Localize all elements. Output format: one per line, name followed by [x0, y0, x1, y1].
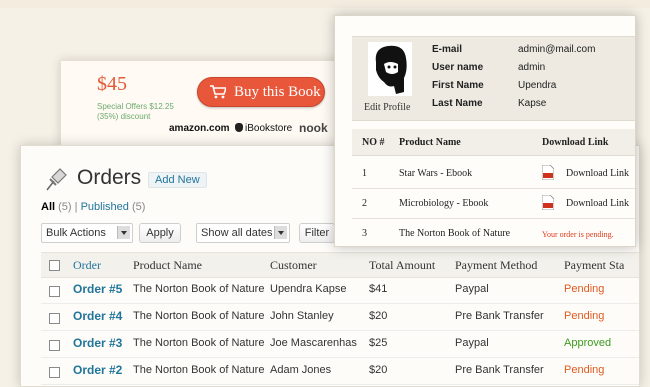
total-amount: $20: [369, 310, 388, 322]
table-row: Order #5 The Norton Book of Nature Upend…: [41, 277, 639, 304]
customer-name: Upendra Kapse: [270, 283, 347, 295]
product-name: The Norton Book of Nature: [133, 364, 265, 376]
apple-icon: [235, 123, 243, 132]
edit-profile-link[interactable]: Edit Profile: [364, 102, 410, 113]
chevron-down-icon: [274, 226, 287, 239]
user-profile-card: Edit Profile E-mail admin@mail.com User …: [334, 15, 636, 247]
row-checkbox[interactable]: [49, 367, 60, 378]
product-name: The Norton Book of Nature: [133, 283, 265, 295]
orders-table-header: Order Product Name Customer Total Amount…: [41, 252, 639, 278]
lastname-value: Kapse: [518, 98, 547, 109]
order-pending-message: Your order is pending.: [542, 230, 614, 239]
buy-book-card: $45 Special Offers $12.25 (35%) discount…: [60, 60, 362, 152]
avatar: [368, 42, 412, 96]
filter-published[interactable]: Published: [81, 201, 129, 213]
cart-icon: [210, 85, 226, 99]
firstname-label: First Name: [432, 80, 484, 91]
row-number: 2: [362, 198, 367, 209]
column-order[interactable]: Order: [73, 258, 101, 273]
table-row: 3 The Norton Book of Nature Your order i…: [352, 218, 635, 246]
row-checkbox[interactable]: [49, 313, 60, 324]
buy-book-button[interactable]: Buy this Book: [197, 77, 325, 107]
filter-all-count: (5): [58, 201, 72, 213]
payment-status: Approved: [564, 337, 612, 349]
pushpin-icon: [46, 168, 67, 191]
column-payment-method: Payment Method: [455, 258, 538, 272]
product-name: The Norton Book of Nature: [133, 337, 265, 349]
payment-method: Pre Bank Transfer: [455, 310, 544, 322]
product-name: The Norton Book of Nature: [133, 310, 265, 322]
column-customer: Customer: [270, 258, 317, 272]
firstname-value: Upendra: [518, 80, 557, 91]
total-amount: $20: [369, 364, 388, 376]
bulk-actions-select[interactable]: Bulk Actions: [41, 223, 133, 243]
column-product-name: Product Name: [133, 258, 202, 272]
row-checkbox[interactable]: [49, 286, 60, 297]
profile-info-section: Edit Profile E-mail admin@mail.com User …: [352, 36, 635, 121]
order-link[interactable]: Order #5: [73, 282, 122, 296]
payment-status: Pending: [564, 283, 605, 295]
column-download-link: Download Link: [542, 137, 609, 148]
ibookstore-label: iBookstore: [245, 123, 293, 134]
table-row: 1 Star Wars - Ebook Download Link: [352, 158, 635, 189]
total-amount: $25: [369, 337, 388, 349]
payment-method: Paypal: [455, 337, 489, 349]
dates-select[interactable]: Show all dates: [196, 223, 290, 243]
order-link[interactable]: Order #3: [73, 336, 122, 350]
column-payment-status: Payment Sta: [564, 258, 625, 272]
apply-button[interactable]: Apply: [139, 223, 181, 243]
row-number: 3: [362, 228, 367, 239]
product-name: The Norton Book of Nature: [399, 228, 511, 239]
row-number: 1: [362, 168, 367, 179]
product-name: Microbiology - Ebook: [399, 198, 489, 209]
book-price: $45: [97, 73, 127, 95]
download-link[interactable]: Download Link: [566, 168, 629, 179]
add-new-button[interactable]: Add New: [148, 172, 207, 188]
row-checkbox[interactable]: [49, 340, 60, 351]
ibookstore-link[interactable]: iBookstore: [235, 123, 292, 134]
filter-published-count: (5): [131, 201, 146, 213]
table-row: 2 Microbiology - Ebook Download Link: [352, 188, 635, 219]
pdf-icon: [542, 165, 554, 180]
page-title: Orders: [77, 166, 142, 189]
email-value: admin@mail.com: [518, 44, 596, 55]
payment-status: Pending: [564, 364, 605, 376]
nook-link[interactable]: nook: [299, 121, 328, 135]
lastname-label: Last Name: [432, 98, 483, 109]
username-label: User name: [432, 62, 484, 73]
customer-name: John Stanley: [270, 310, 334, 322]
table-row: Order #4 The Norton Book of Nature John …: [41, 304, 639, 331]
order-link[interactable]: Order #4: [73, 309, 122, 323]
downloads-table-header: NO # Product Name Download Link: [352, 129, 635, 156]
payment-method: Pre Bank Transfer: [455, 364, 544, 376]
status-filter-links: All (5) | Published (5): [41, 201, 146, 213]
select-all-checkbox[interactable]: [49, 260, 60, 271]
product-name: Star Wars - Ebook: [399, 168, 473, 179]
bulk-actions-value: Bulk Actions: [46, 227, 106, 239]
download-link[interactable]: Download Link: [566, 198, 629, 209]
column-no: NO #: [362, 137, 385, 148]
email-label: E-mail: [432, 44, 463, 55]
top-band: [0, 0, 650, 8]
buy-book-label: Buy this Book: [234, 84, 321, 100]
username-value: admin: [518, 62, 546, 73]
table-row: Order #2 The Norton Book of Nature Adam …: [41, 358, 639, 385]
column-total-amount: Total Amount: [369, 258, 436, 272]
column-product-name: Product Name: [399, 137, 461, 148]
payment-status: Pending: [564, 310, 605, 322]
customer-name: Joe Mascarenhas: [270, 337, 357, 349]
chevron-down-icon: [117, 226, 130, 239]
total-amount: $41: [369, 283, 388, 295]
filter-button[interactable]: Filter: [299, 223, 335, 243]
filter-all[interactable]: All: [41, 201, 55, 213]
table-row: Order #3 The Norton Book of Nature Joe M…: [41, 331, 639, 358]
special-offer-text: Special Offers $12.25 (35%) discount: [97, 102, 174, 121]
pdf-icon: [542, 195, 554, 210]
customer-name: Adam Jones: [270, 364, 332, 376]
amazon-link[interactable]: amazon.com: [169, 123, 230, 134]
dates-value: Show all dates: [201, 227, 273, 239]
payment-method: Paypal: [455, 283, 489, 295]
